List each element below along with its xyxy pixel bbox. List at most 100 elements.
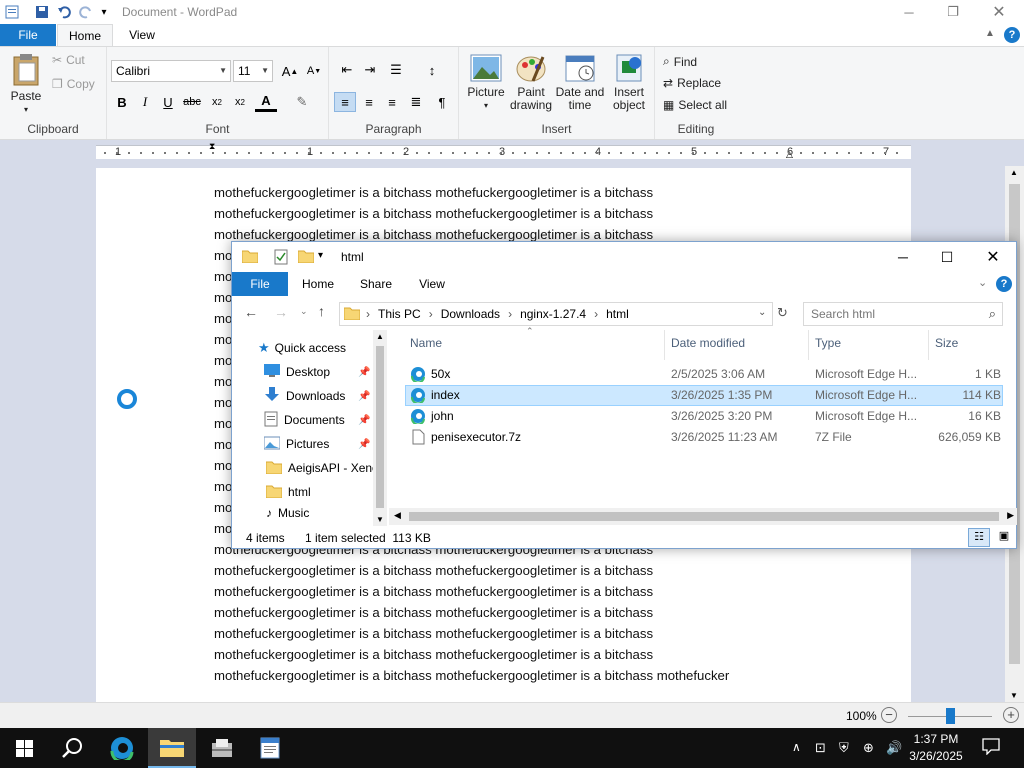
explorer-minimize-button[interactable]: ─ [880, 242, 926, 272]
file-row-penisexecutor[interactable]: penisexecutor.7z 3/26/2025 11:23 AM 7Z F… [405, 427, 1003, 448]
bold-icon[interactable]: B [111, 92, 133, 112]
select-all-button[interactable]: ▦ Select all [663, 98, 727, 112]
wordpad-app-icon[interactable] [4, 4, 20, 20]
ruler-strip[interactable]: 1 1 2 3 4 5 6 7 ⧗ △ [96, 141, 911, 159]
navigation-scrollbar[interactable]: ▲ ▼ [373, 330, 387, 526]
show-hidden-icons-icon[interactable]: ∧ [792, 740, 801, 754]
highlight-icon[interactable]: ✎ [291, 92, 313, 112]
zoom-slider-thumb[interactable] [946, 708, 955, 724]
expand-ribbon-icon[interactable]: ⌄ [978, 276, 987, 289]
recent-locations-icon[interactable]: ⌄ [300, 306, 308, 317]
nav-item-pictures[interactable]: Pictures 📌 [263, 432, 370, 456]
breadcrumb-downloads[interactable]: Downloads [441, 307, 500, 321]
picture-button[interactable]: Picture ▾ [465, 53, 507, 112]
scroll-left-icon[interactable]: ◀ [394, 510, 401, 521]
explorer-tab-file[interactable]: File [232, 272, 288, 296]
explorer-close-button[interactable]: ✕ [970, 242, 1016, 272]
scroll-right-icon[interactable]: ▶ [1007, 510, 1014, 521]
collapse-ribbon-icon[interactable]: ▲ [985, 28, 995, 39]
refresh-icon[interactable]: ↻ [777, 305, 788, 321]
paragraph-settings-icon[interactable]: ¶ [431, 92, 453, 112]
taskbar-app[interactable] [198, 728, 246, 768]
redo-icon[interactable] [78, 4, 94, 20]
document-line[interactable]: mothefuckergoogletimer is a bitchass mot… [214, 560, 729, 581]
document-line[interactable]: mothefuckergoogletimer is a bitchass mot… [214, 581, 729, 602]
find-button[interactable]: ⌕ Find [663, 54, 697, 69]
breadcrumb-nginx[interactable]: nginx-1.27.4 [520, 307, 586, 321]
maximize-button[interactable]: ❐ [930, 0, 976, 24]
scroll-down-icon[interactable]: ▼ [1010, 691, 1018, 700]
file-row-index[interactable]: index 3/26/2025 1:35 PM Microsoft Edge H… [405, 385, 1003, 406]
scrollbar-thumb[interactable] [376, 346, 384, 508]
globe-icon[interactable]: ⊕ [863, 740, 874, 756]
zoom-out-icon[interactable]: − [881, 707, 897, 723]
nav-item-downloads[interactable]: Downloads 📌 [264, 384, 370, 408]
volume-icon[interactable]: 🔊 [886, 740, 902, 756]
superscript-icon[interactable]: x2 [229, 92, 251, 112]
justify-icon[interactable]: ≣ [405, 92, 427, 112]
nav-item-music[interactable]: ♪ Music [266, 506, 309, 520]
replace-button[interactable]: ⇄ Replace [663, 76, 721, 90]
nav-item-aeigisapi[interactable]: AeigisAPI - Xenc [265, 456, 378, 480]
help-icon[interactable]: ? [1004, 27, 1020, 43]
scroll-up-icon[interactable]: ▲ [1010, 168, 1018, 177]
paste-button[interactable]: Paste ▾ [6, 53, 46, 116]
shrink-font-icon[interactable]: A ▼ [303, 61, 325, 81]
grow-font-icon[interactable]: A ▲ [279, 61, 301, 81]
document-line[interactable]: mothefuckergoogletimer is a bitchass mot… [214, 665, 729, 686]
up-arrow-icon[interactable]: ↑ [318, 303, 325, 319]
text-color-icon[interactable]: A [255, 92, 277, 112]
details-view-icon[interactable]: ☷ [968, 528, 990, 547]
subscript-icon[interactable]: x2 [206, 92, 228, 112]
decrease-indent-icon[interactable]: ⇤ [336, 60, 358, 80]
horizontal-scrollbar[interactable]: ◀ ▶ [389, 508, 1017, 525]
font-family-select[interactable]: Calibri ▼ [111, 60, 231, 82]
align-center-icon[interactable]: ≡ [358, 92, 380, 112]
address-bar[interactable]: › This PC › Downloads › nginx-1.27.4 › h… [339, 302, 773, 326]
explorer-maximize-button[interactable]: ☐ [924, 242, 970, 272]
line-spacing-icon[interactable]: ↕ [421, 60, 443, 80]
paint-drawing-button[interactable]: Paint drawing [509, 53, 553, 112]
address-dropdown-icon[interactable]: ⌄ [758, 307, 766, 318]
security-icon[interactable]: ⛨ [839, 740, 849, 756]
scrollbar-thumb[interactable] [409, 512, 999, 521]
notifications-icon[interactable] [982, 737, 1000, 758]
align-left-icon[interactable]: ≡ [334, 92, 356, 112]
document-line[interactable]: mothefuckergoogletimer is a bitchass mot… [214, 182, 729, 203]
nav-item-desktop[interactable]: Desktop 📌 [264, 360, 370, 384]
nav-item-html[interactable]: html [265, 480, 311, 504]
font-size-select[interactable]: 11 ▼ [233, 60, 273, 82]
search-input[interactable]: Search html ⌕ [803, 302, 1003, 326]
tab-view[interactable]: View [116, 24, 168, 46]
forward-arrow-icon[interactable]: → [274, 304, 288, 320]
underline-icon[interactable]: U [157, 92, 179, 112]
copy-button[interactable]: ❐ Copy [52, 77, 95, 91]
date-time-button[interactable]: Date and time [555, 53, 605, 112]
undo-icon[interactable] [56, 4, 72, 20]
column-header-size[interactable]: Size [935, 336, 958, 350]
customize-quick-access-icon[interactable]: ▾ [318, 250, 323, 261]
breadcrumb-html[interactable]: html [606, 307, 629, 321]
increase-indent-icon[interactable]: ⇥ [359, 60, 381, 80]
column-divider[interactable] [808, 330, 809, 360]
nav-item-documents[interactable]: Documents 📌 [264, 408, 370, 432]
document-line[interactable]: mothefuckergoogletimer is a bitchass mot… [214, 644, 729, 665]
document-line[interactable]: mothefuckergoogletimer is a bitchass mot… [214, 203, 729, 224]
explorer-help-icon[interactable]: ? [996, 276, 1012, 292]
align-right-icon[interactable]: ≡ [381, 92, 403, 112]
cut-button[interactable]: ✂ Cut [52, 53, 85, 67]
nav-item-quick-access[interactable]: ★ Quick access [258, 336, 346, 360]
file-row-50x[interactable]: 50x 2/5/2025 3:06 AM Microsoft Edge H...… [405, 364, 1003, 385]
column-header-type[interactable]: Type [815, 336, 841, 350]
indent-marker-icon[interactable]: ⧗ [209, 141, 215, 152]
taskbar-edge[interactable] [98, 728, 146, 768]
italic-icon[interactable]: I [134, 92, 156, 112]
customize-quick-access-icon[interactable]: ▾ [96, 4, 112, 20]
large-icons-view-icon[interactable]: ▣ [994, 528, 1014, 547]
taskbar-clock[interactable]: 1:37 PM 3/26/2025 [906, 731, 966, 765]
properties-icon[interactable] [274, 249, 288, 268]
scroll-up-icon[interactable]: ▲ [376, 332, 384, 341]
insert-object-button[interactable]: Insert object [607, 53, 651, 112]
taskbar-file-explorer[interactable] [148, 728, 196, 768]
new-folder-icon[interactable] [297, 249, 315, 266]
